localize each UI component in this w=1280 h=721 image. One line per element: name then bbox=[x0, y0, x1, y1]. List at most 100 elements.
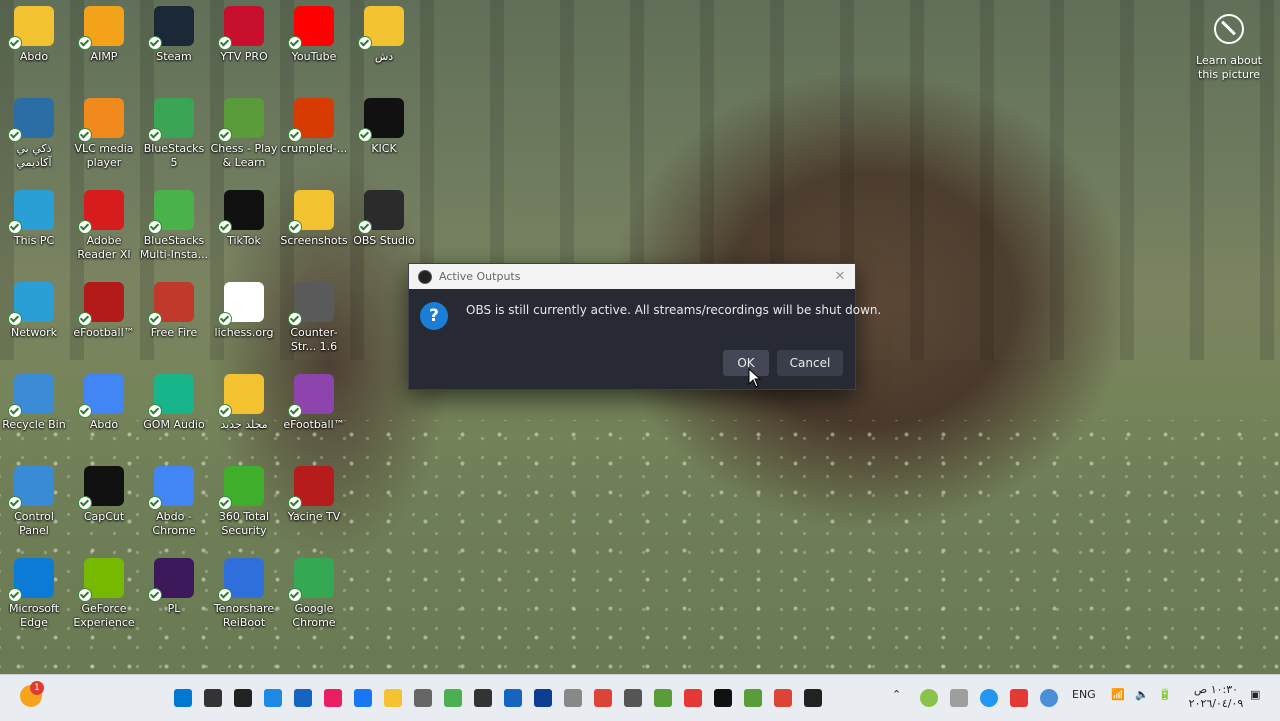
taskbar-app-icon[interactable] bbox=[534, 689, 552, 707]
desktop-icon[interactable]: Counter-Str... 1.6 bbox=[279, 276, 349, 354]
desktop-icon[interactable]: Recycle Bin bbox=[0, 368, 69, 432]
dialog-titlebar[interactable]: Active Outputs ✕ bbox=[409, 264, 855, 289]
desktop-icon[interactable]: PL bbox=[139, 552, 209, 616]
close-icon[interactable]: ✕ bbox=[825, 269, 855, 284]
taskbar-app-icon[interactable] bbox=[624, 689, 642, 707]
desktop-icon[interactable]: Free Fire bbox=[139, 276, 209, 340]
taskbar-app-icon[interactable] bbox=[204, 689, 222, 707]
taskbar-app-icon[interactable] bbox=[324, 689, 342, 707]
sync-check-icon bbox=[218, 404, 232, 418]
desktop-icon[interactable]: OBS Studio bbox=[349, 184, 419, 248]
desktop-icon[interactable]: CapCut bbox=[69, 460, 139, 524]
sync-check-icon bbox=[288, 220, 302, 234]
cancel-button[interactable]: Cancel bbox=[777, 350, 843, 376]
taskbar-app-icon[interactable] bbox=[234, 689, 252, 707]
chevron-up-icon[interactable]: ⌃ bbox=[892, 688, 901, 701]
microphone-icon[interactable] bbox=[1040, 689, 1058, 707]
desktop-icon[interactable]: lichess.org bbox=[209, 276, 279, 340]
desktop-icon[interactable]: BlueStacks Multi-Insta... bbox=[139, 184, 209, 262]
app-icon bbox=[218, 374, 264, 418]
ok-button[interactable]: OK bbox=[723, 350, 769, 376]
wifi-icon[interactable]: 📶 bbox=[1111, 688, 1125, 701]
desktop-icon[interactable]: eFootball™ bbox=[69, 276, 139, 340]
desktop-icon[interactable]: AIMP bbox=[69, 0, 139, 64]
desktop-icon[interactable]: Steam bbox=[139, 0, 209, 64]
desktop-icon[interactable]: Adobe Reader XI bbox=[69, 184, 139, 262]
desktop-icon[interactable]: ذكي بي آكاديمي bbox=[0, 92, 69, 170]
desktop-icon[interactable]: YouTube bbox=[279, 0, 349, 64]
tray-cloud-icon[interactable] bbox=[980, 689, 998, 707]
sync-check-icon bbox=[358, 128, 372, 142]
taskbar-app-icon[interactable] bbox=[174, 689, 192, 707]
desktop-icon[interactable]: Microsoft Edge bbox=[0, 552, 69, 630]
desktop-icon[interactable]: crumpled-... bbox=[279, 92, 349, 156]
sync-check-icon bbox=[288, 36, 302, 50]
desktop-icon[interactable]: Screenshots bbox=[279, 184, 349, 248]
volume-icon[interactable]: 🔈 bbox=[1135, 688, 1149, 701]
sync-check-icon bbox=[8, 312, 22, 326]
desktop-icon-label: lichess.org bbox=[214, 326, 274, 339]
taskbar-app-icon[interactable] bbox=[444, 689, 462, 707]
desktop-icon-label: Yacine TV bbox=[287, 510, 341, 523]
sync-check-icon bbox=[148, 496, 162, 510]
sync-check-icon bbox=[358, 220, 372, 234]
desktop-icon[interactable]: This PC bbox=[0, 184, 69, 248]
desktop-icon[interactable]: GeForce Experience bbox=[69, 552, 139, 630]
desktop-icon[interactable]: VLC media player bbox=[69, 92, 139, 170]
sync-check-icon bbox=[218, 496, 232, 510]
taskbar-app-icon[interactable] bbox=[714, 689, 732, 707]
taskbar-app-icon[interactable] bbox=[354, 689, 372, 707]
taskbar-app-icon[interactable] bbox=[474, 689, 492, 707]
desktop-icon-label: BlueStacks 5 bbox=[143, 142, 205, 169]
taskbar-app-icon[interactable] bbox=[564, 689, 582, 707]
desktop-icon[interactable]: Network bbox=[0, 276, 69, 340]
taskbar-app-icon[interactable] bbox=[414, 689, 432, 707]
desktop-icon-label: PL bbox=[167, 602, 181, 615]
desktop-icon[interactable]: Abdo bbox=[69, 368, 139, 432]
tray-app-icon[interactable] bbox=[950, 689, 968, 707]
app-icon bbox=[148, 466, 194, 510]
taskbar-app-icon[interactable] bbox=[744, 689, 762, 707]
clock-date: ٢٠٢٦/٠٤/٠٩ bbox=[1188, 697, 1244, 710]
desktop-icon[interactable]: Chess - Play & Learn bbox=[209, 92, 279, 170]
tray-security-icon[interactable] bbox=[920, 689, 938, 707]
tray-sync-icon[interactable] bbox=[1010, 689, 1028, 707]
notification-widget[interactable]: 1 bbox=[20, 681, 44, 707]
desktop-icon[interactable]: YTV PRO bbox=[209, 0, 279, 64]
notification-center-icon[interactable]: ▣ bbox=[1250, 688, 1260, 701]
desktop-icon[interactable]: Abdo bbox=[0, 0, 69, 64]
desktop-icon[interactable]: TikTok bbox=[209, 184, 279, 248]
taskbar-app-icon[interactable] bbox=[684, 689, 702, 707]
taskbar-app-icon[interactable] bbox=[384, 689, 402, 707]
taskbar: 1 ⌃ ENG 📶 🔈 🔋 ١٠:٣٠ ص ٢٠٢٦/٠٤/٠٩ ▣ bbox=[0, 674, 1280, 721]
desktop-icon[interactable]: دش bbox=[349, 0, 419, 64]
taskbar-app-icon[interactable] bbox=[264, 689, 282, 707]
app-icon bbox=[78, 190, 124, 234]
desktop-icon[interactable]: Control Panel bbox=[0, 460, 69, 538]
desktop-icon[interactable]: Yacine TV bbox=[279, 460, 349, 524]
desktop-icon[interactable]: Abdo - Chrome bbox=[139, 460, 209, 538]
desktop-icon-label: GOM Audio bbox=[143, 418, 205, 431]
sync-check-icon bbox=[218, 220, 232, 234]
taskbar-app-icon[interactable] bbox=[594, 689, 612, 707]
sync-check-icon bbox=[8, 128, 22, 142]
taskbar-app-icon[interactable] bbox=[294, 689, 312, 707]
desktop-icon[interactable]: eFootball™ bbox=[279, 368, 349, 432]
desktop-icon[interactable]: BlueStacks 5 bbox=[139, 92, 209, 170]
taskbar-app-icon[interactable] bbox=[774, 689, 792, 707]
language-indicator[interactable]: ENG bbox=[1072, 688, 1096, 701]
desktop-icon[interactable]: GOM Audio bbox=[139, 368, 209, 432]
battery-icon[interactable]: 🔋 bbox=[1158, 688, 1172, 701]
app-icon bbox=[8, 282, 54, 326]
desktop-icon[interactable]: 360 Total Security bbox=[209, 460, 279, 538]
taskbar-app-icon[interactable] bbox=[654, 689, 672, 707]
taskbar-app-icon[interactable] bbox=[804, 689, 822, 707]
taskbar-app-icon[interactable] bbox=[504, 689, 522, 707]
desktop-icon[interactable]: Tenorshare ReiBoot bbox=[209, 552, 279, 630]
desktop-icon[interactable]: Google Chrome bbox=[279, 552, 349, 630]
desktop-icon[interactable]: KICK bbox=[349, 92, 419, 156]
sync-check-icon bbox=[288, 312, 302, 326]
desktop-icon[interactable]: مجلد جديد bbox=[209, 368, 279, 432]
learn-about-picture[interactable]: Learn about this picture bbox=[1193, 12, 1265, 82]
clock[interactable]: ١٠:٣٠ ص ٢٠٢٦/٠٤/٠٩ bbox=[1188, 683, 1244, 711]
